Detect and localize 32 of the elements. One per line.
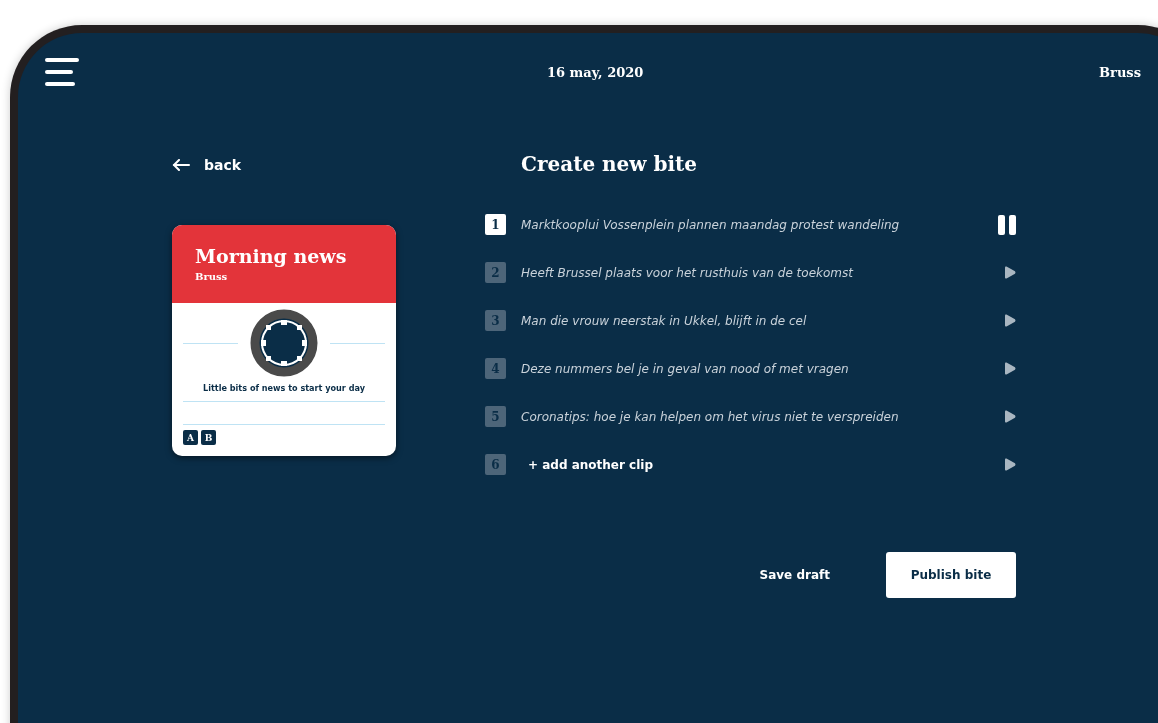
clip-number: 5: [485, 406, 506, 427]
pause-icon[interactable]: [998, 214, 1016, 235]
card-title: Morning news: [195, 245, 348, 267]
back-link[interactable]: back: [172, 157, 242, 173]
play-icon[interactable]: [1004, 410, 1016, 423]
clip-number: 4: [485, 358, 506, 379]
menu-icon[interactable]: [45, 57, 79, 87]
letter-badge: A: [183, 430, 198, 445]
play-icon[interactable]: [1004, 458, 1016, 471]
play-icon[interactable]: [1004, 314, 1016, 327]
clip-title: Marktkooplui Vossenplein plannen maandag protest wandeling: [521, 217, 900, 232]
wheel-icon: [250, 309, 318, 377]
publish-button[interactable]: Publish bite: [886, 552, 1016, 598]
clip-number: 6: [485, 454, 506, 475]
add-clip-link[interactable]: + add another clip: [528, 457, 653, 472]
clip-number: 3: [485, 310, 506, 331]
clip-number: 1: [485, 214, 506, 235]
clip-number: 2: [485, 262, 506, 283]
date-label: 16 may, 2020: [547, 64, 644, 80]
letter-badge: B: [201, 430, 216, 445]
clip-title: Coronatips: hoe je kan helpen om het virus niet te verspreiden: [521, 409, 899, 424]
card-subtitle: Bruss: [195, 271, 229, 282]
clip-title: Heeft Brussel plaats voor het rusthuis van de toekomst: [521, 265, 853, 280]
play-icon[interactable]: [1004, 266, 1016, 279]
back-arrow-icon: [172, 159, 190, 171]
play-icon[interactable]: [1004, 362, 1016, 375]
clip-title: Man die vrouw neerstak in Ukkel, blijft in de cel: [521, 313, 807, 328]
page-title: Create new bite: [521, 152, 699, 176]
clip-title: Deze nummers bel je in geval van nood of met vragen: [521, 361, 849, 376]
save-draft-button[interactable]: Save draft: [733, 558, 856, 592]
city-label: Bruss: [1099, 64, 1141, 80]
card-tagline: Little bits of news to start your day: [183, 383, 385, 402]
